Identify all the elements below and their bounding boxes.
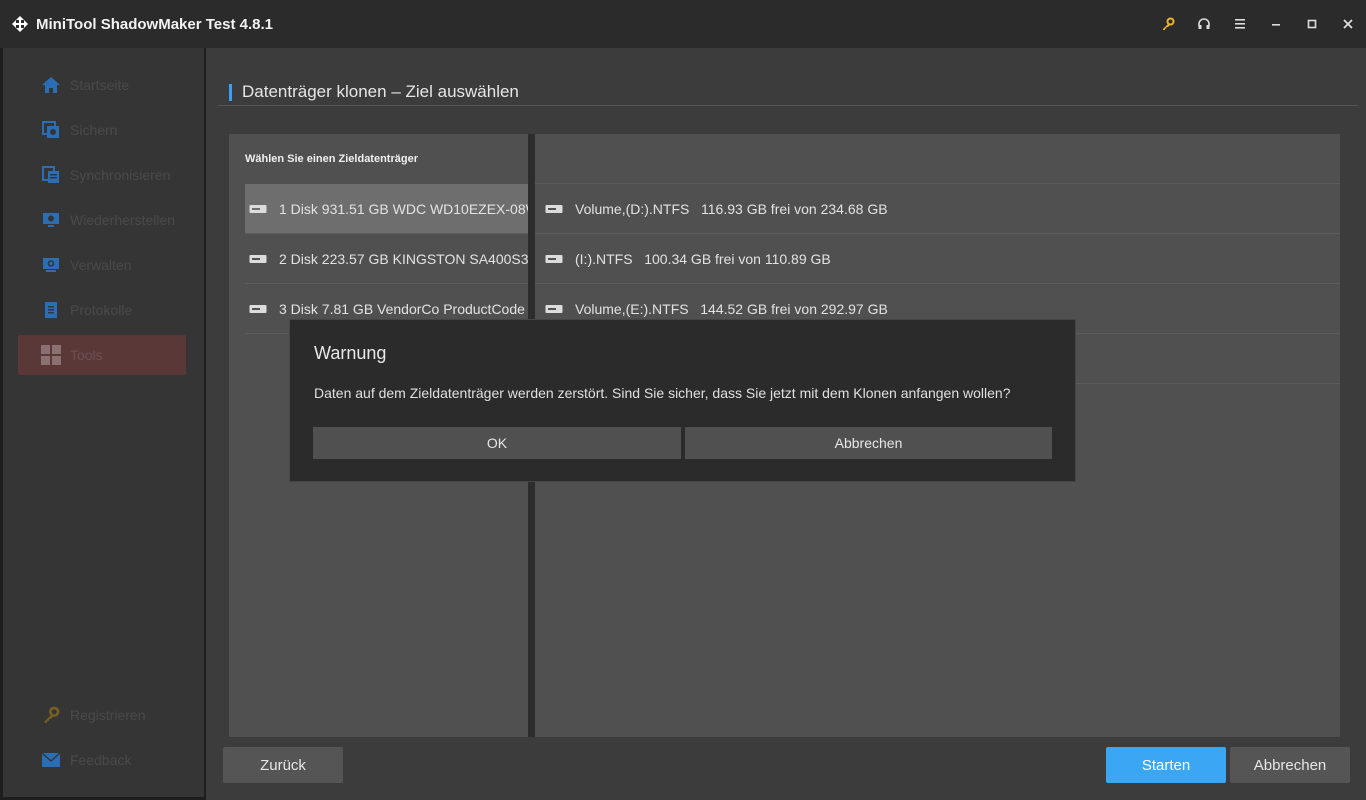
sidebar-item-registrieren[interactable]: Registrieren <box>18 695 186 735</box>
title-bar: MiniTool ShadowMaker Test 4.8.1 <box>0 0 1366 48</box>
back-button[interactable]: Zurück <box>223 747 343 783</box>
disk-panel-label: Wählen Sie einen Zieldatenträger <box>245 153 418 165</box>
minimize-icon[interactable] <box>1258 0 1294 48</box>
volume-row-1: Volume,(D:).NTFS 116.93 GB frei von 234.… <box>535 184 1340 234</box>
app-title: MiniTool ShadowMaker Test 4.8.1 <box>36 15 273 33</box>
section-header: Datenträger klonen – Ziel auswählen <box>218 80 1358 106</box>
volume-icon <box>545 204 563 213</box>
close-icon[interactable] <box>1330 0 1366 48</box>
dialog-ok-button[interactable]: OK <box>313 427 681 459</box>
sidebar-item-protokolle[interactable]: Protokolle <box>18 290 186 330</box>
dialog-message: Daten auf dem Zieldatenträger werden zer… <box>314 385 1011 401</box>
volume-icon <box>545 304 563 313</box>
window-controls <box>1150 0 1366 48</box>
page-title: Datenträger klonen – Ziel auswählen <box>242 82 519 101</box>
warning-dialog: Warnung Daten auf dem Zieldatenträger we… <box>289 319 1076 482</box>
shadowmaker-logo-icon <box>8 12 32 36</box>
tools-icon <box>40 344 62 366</box>
dialog-cancel-button[interactable]: Abbrechen <box>685 427 1052 459</box>
disk-row-2[interactable]: 2 Disk 223.57 GB KINGSTON SA400S37240G <box>245 234 528 284</box>
volume-icon <box>545 254 563 263</box>
disk-icon <box>249 204 267 213</box>
dialog-title: Warnung <box>314 343 387 363</box>
sidebar-item-tools[interactable]: Tools <box>18 335 186 375</box>
sidebar: Startseite Sichern Synchronisieren Wiede… <box>3 48 204 797</box>
backup-icon <box>40 119 62 141</box>
sync-icon <box>40 164 62 186</box>
menu-icon[interactable] <box>1222 0 1258 48</box>
manage-icon <box>40 254 62 276</box>
key-icon[interactable] <box>1150 0 1186 48</box>
sidebar-item-wiederherstellen[interactable]: Wiederherstellen <box>18 200 186 240</box>
volume-row-2: (I:).NTFS 100.34 GB frei von 110.89 GB <box>535 234 1340 284</box>
sidebar-item-startseite[interactable]: Startseite <box>18 65 186 105</box>
key-icon <box>40 704 62 726</box>
start-button[interactable]: Starten <box>1106 747 1226 783</box>
maximize-icon[interactable] <box>1294 0 1330 48</box>
sidebar-item-sichern[interactable]: Sichern <box>18 110 186 150</box>
mail-icon <box>40 749 62 771</box>
disk-icon <box>249 254 267 263</box>
sidebar-item-verwalten[interactable]: Verwalten <box>18 245 186 285</box>
headset-icon[interactable] <box>1186 0 1222 48</box>
disk-row-1[interactable]: 1 Disk 931.51 GB WDC WD10EZEX-08WN4A0 <box>245 184 528 234</box>
cancel-button[interactable]: Abbrechen <box>1230 747 1350 783</box>
logs-icon <box>40 299 62 321</box>
section-accent-bar <box>229 84 232 101</box>
sidebar-item-feedback[interactable]: Feedback <box>18 740 186 780</box>
restore-icon <box>40 209 62 231</box>
home-icon <box>40 74 62 96</box>
disk-icon <box>249 304 267 313</box>
sidebar-item-synchronisieren[interactable]: Synchronisieren <box>18 155 186 195</box>
